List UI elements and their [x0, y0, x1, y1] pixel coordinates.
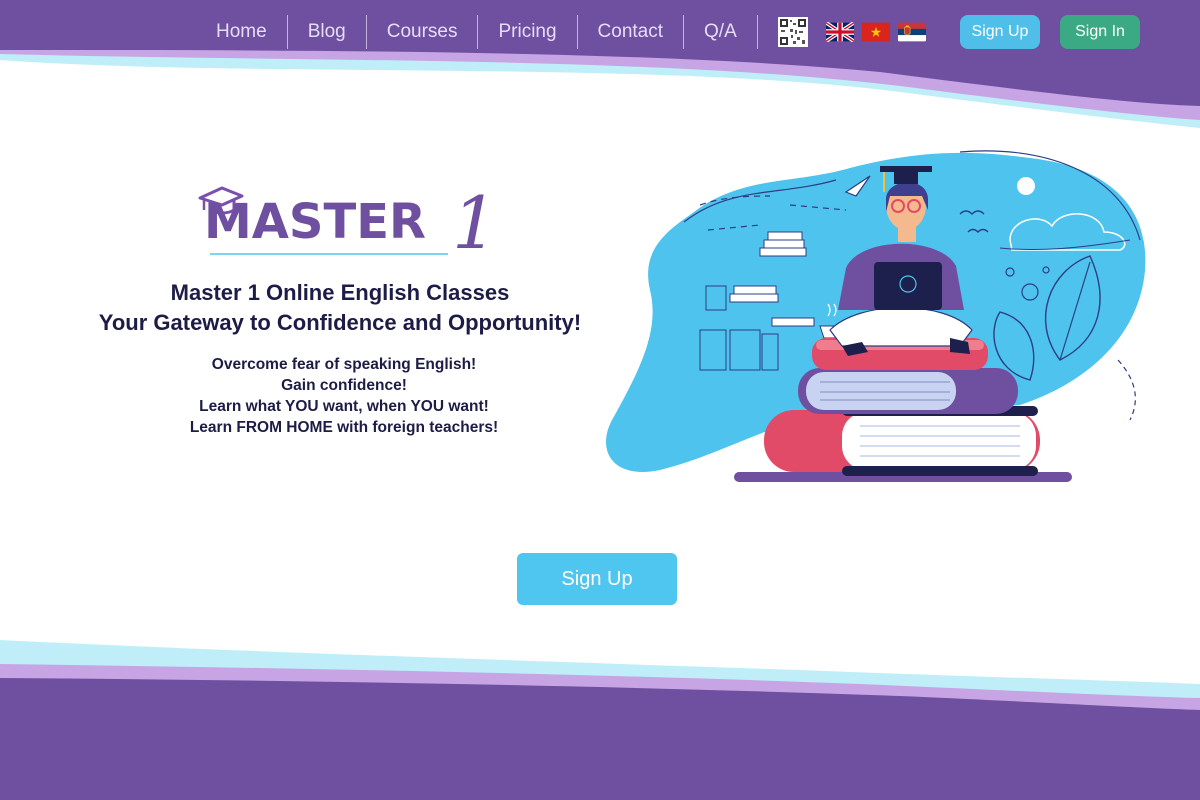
nav-pricing[interactable]: Pricing	[478, 15, 576, 49]
nav-home[interactable]: Home	[196, 15, 287, 49]
nav-courses[interactable]: Courses	[367, 15, 478, 49]
benefit-item: Overcome fear of speaking English!	[211, 356, 477, 373]
qr-code-icon[interactable]	[777, 17, 808, 47]
sign-up-button[interactable]: Sign Up	[960, 15, 1040, 49]
nav-divider	[286, 15, 288, 49]
benefit-item: Learn what YOU want, when YOU want!	[199, 398, 489, 415]
nav-blog[interactable]: Blog	[288, 15, 366, 49]
serbia-flag-icon[interactable]	[897, 22, 926, 42]
student-on-books-illustration	[606, 150, 1146, 482]
hero-sign-up-button[interactable]: Sign Up	[517, 553, 677, 605]
hero-title-line-2: Your Gateway to Confidence and Opportuni…	[98, 310, 582, 335]
nav-divider	[576, 15, 578, 49]
bottom-wave-background	[0, 640, 1200, 800]
nav-divider	[365, 15, 367, 49]
master1-logo: MASTER 1	[198, 181, 496, 265]
uk-flag-icon[interactable]	[825, 22, 854, 42]
logo-numeral: 1	[452, 181, 496, 265]
nav-divider	[477, 15, 479, 49]
hero-benefits: Overcome fear of speaking English! Gain …	[130, 354, 558, 438]
nav-contact[interactable]: Contact	[578, 15, 683, 49]
hero-title-line-1: Master 1 Online English Classes	[170, 280, 510, 305]
nav-qa[interactable]: Q/A	[684, 15, 757, 49]
benefit-item: Gain confidence!	[281, 377, 407, 394]
top-navigation: Home Blog Courses Pricing Contact Q/A	[196, 14, 934, 50]
sign-in-button[interactable]: Sign In	[1060, 15, 1140, 49]
nav-divider	[683, 15, 685, 49]
vietnam-flag-icon[interactable]	[861, 22, 890, 42]
logo-wordmark: MASTER	[204, 194, 426, 250]
benefit-item: Learn FROM HOME with foreign teachers!	[189, 419, 499, 436]
nav-divider	[756, 15, 758, 49]
